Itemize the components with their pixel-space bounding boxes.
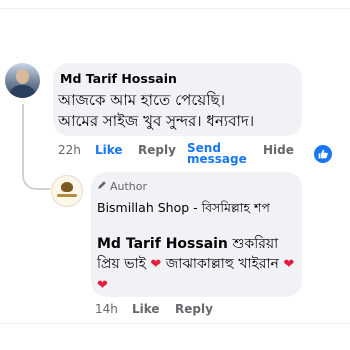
send-message-button[interactable]: Send message	[187, 142, 247, 166]
reply-text: Md Tarif Hossain শুকরিয়া প্রিয় ভাই ❤ জ…	[97, 234, 299, 296]
reply-button[interactable]: Reply	[138, 143, 176, 157]
shop-logo-mark	[61, 182, 73, 192]
like-icon[interactable]	[312, 143, 334, 165]
comment-text: আজকে আম হাতে পেয়েছি। আমের সাইজ খুব সুন্…	[58, 90, 300, 132]
avatar-body	[9, 85, 36, 98]
top-divider	[0, 8, 350, 9]
thread-connector	[22, 166, 50, 190]
like-button[interactable]: Like	[95, 143, 123, 157]
author-badge-label: Author	[110, 180, 148, 193]
bottom-divider	[0, 323, 350, 324]
comment-text-line2: আমের সাইজ খুব সুন্দর। ধন্যবাদ।	[58, 112, 255, 130]
comment-timestamp[interactable]: 22h	[58, 143, 81, 157]
comment-bubble: Md Tarif Hossain আজকে আম হাতে পেয়েছি। আ…	[53, 63, 302, 136]
comment-text-line1: আজকে আম হাতে পেয়েছি।	[58, 91, 225, 109]
thumbs-up-icon	[318, 149, 328, 159]
reply-author-name[interactable]: Bismillah Shop - বিসমিল্লাহ শপ	[97, 199, 297, 217]
reply-text-part2: জাঝাকাল্লাহু খাইরান	[161, 256, 284, 272]
heart-icon: ❤	[150, 257, 162, 272]
reply-timestamp[interactable]: 14h	[95, 302, 118, 316]
pen-icon	[97, 180, 107, 193]
reply-like-button[interactable]: Like	[132, 302, 160, 316]
reply-reply-button[interactable]: Reply	[175, 302, 213, 316]
author-badge: Author	[97, 180, 147, 193]
page-avatar[interactable]	[51, 175, 83, 207]
avatar-head	[16, 69, 29, 84]
shop-logo-text	[57, 194, 77, 197]
thread-line	[22, 104, 24, 168]
hide-button[interactable]: Hide	[263, 143, 294, 157]
avatar[interactable]	[5, 63, 40, 98]
send-label-line2: message	[187, 152, 247, 166]
comment-author-name[interactable]: Md Tarif Hossain	[60, 71, 177, 86]
reply-bubble: Author Bismillah Shop - বিসমিল্লাহ শপ Md…	[91, 172, 302, 297]
mention-link[interactable]: Md Tarif Hossain	[97, 236, 228, 252]
